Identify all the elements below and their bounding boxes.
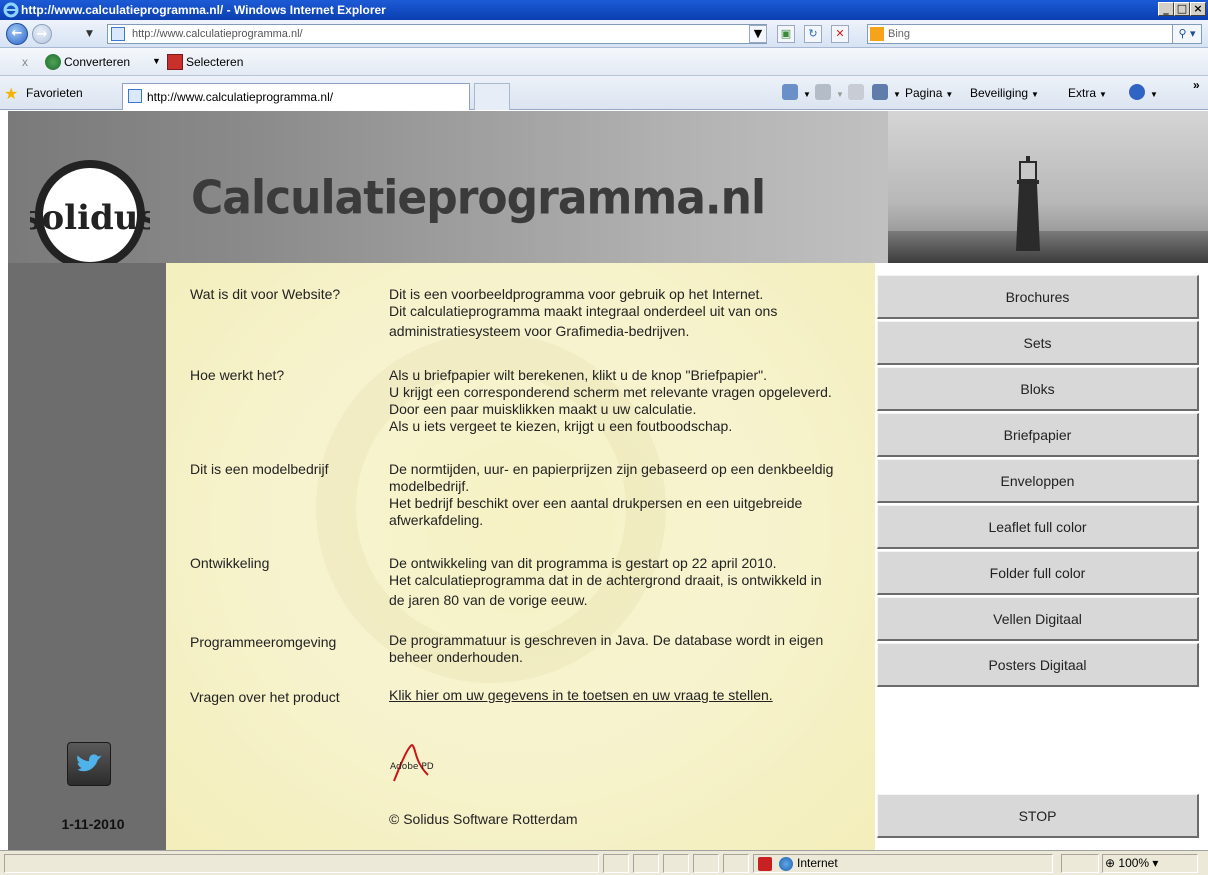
select-button[interactable]: Selecteren	[186, 55, 243, 69]
status-cell	[603, 854, 629, 873]
print-dropdown-icon[interactable]: ▼	[890, 86, 901, 100]
maximize-button[interactable]: □	[1174, 2, 1190, 16]
status-text-cell	[4, 854, 599, 873]
qa-answer: De programmatuur is geschreven in Java. …	[389, 632, 824, 665]
menu-column: Brochures Sets Bloks Briefpapier Envelop…	[875, 263, 1208, 850]
security-menu[interactable]: Beveiliging ▼	[970, 86, 1039, 100]
stop-load-icon[interactable]: ✕	[831, 25, 849, 43]
address-dropdown-icon[interactable]: ▼	[749, 25, 767, 43]
bing-logo-icon	[870, 27, 884, 41]
zoom-label[interactable]: ⊕ 100% ▾	[1105, 856, 1158, 870]
chevron-more-icon[interactable]: »	[1193, 78, 1200, 92]
menu-button-vellen[interactable]: Vellen Digitaal	[877, 597, 1199, 641]
site-title: Calculatieprogramma.nl	[191, 171, 766, 226]
status-cell	[723, 854, 749, 873]
page-menu[interactable]: Pagina ▼	[905, 86, 953, 100]
qa-label: Hoe werkt het?	[190, 367, 285, 383]
menu-button-posters[interactable]: Posters Digitaal	[877, 643, 1199, 687]
menu-button-briefpapier[interactable]: Briefpapier	[877, 413, 1199, 457]
copyright-text: © Solidus Software Rotterdam	[389, 811, 578, 827]
svg-text:solidus: solidus	[30, 198, 150, 238]
qa-answer: Dit is een voorbeeldprogramma voor gebru…	[389, 286, 778, 339]
favorites-button[interactable]: Favorieten	[26, 86, 83, 100]
menu-button-enveloppen[interactable]: Enveloppen	[877, 459, 1199, 503]
adobe-pdf-icon[interactable]: Adobe PDF	[388, 741, 434, 783]
svg-text:Adobe PDF: Adobe PDF	[390, 762, 434, 772]
protected-mode-cell[interactable]	[1061, 854, 1099, 873]
url-text: http://www.calculatieprogramma.nl/	[132, 28, 303, 40]
close-window-button[interactable]: ×	[1190, 2, 1206, 16]
convert-icon	[45, 54, 61, 70]
favorites-star-icon[interactable]: ★	[4, 84, 18, 103]
header-dunes	[888, 231, 1208, 263]
search-input[interactable]: Bing	[867, 24, 1197, 44]
qa-label: Dit is een modelbedrijf	[190, 461, 329, 477]
lighthouse-image	[1016, 156, 1040, 251]
compatibility-view-icon[interactable]: ▣	[777, 25, 795, 43]
globe-icon	[779, 857, 793, 871]
qa-label: Programmeeromgeving	[190, 634, 337, 650]
new-tab-button[interactable]	[474, 83, 510, 110]
close-toolbar-icon[interactable]: x	[22, 55, 28, 69]
favorites-bar: ★ Favorieten http://www.calculatieprogra…	[0, 76, 1208, 110]
history-dropdown-icon[interactable]: ▼	[86, 29, 93, 39]
status-cell	[693, 854, 719, 873]
help-dropdown-icon[interactable]: ▼	[1147, 86, 1158, 100]
refresh-icon[interactable]: ↻	[804, 25, 822, 43]
stop-button[interactable]: STOP	[877, 794, 1199, 838]
tab-page-icon	[128, 89, 142, 103]
home-dropdown-icon[interactable]: ▼	[800, 86, 811, 100]
mail-icon[interactable]	[848, 84, 864, 100]
browser-tab[interactable]: http://www.calculatieprogramma.nl/	[122, 83, 470, 110]
date-label: 1-11-2010	[61, 816, 125, 832]
convert-button[interactable]: Converteren	[64, 55, 130, 69]
status-cell	[633, 854, 659, 873]
qa-label: Wat is dit voor Website?	[190, 286, 341, 302]
qa-label: Ontwikkeling	[190, 555, 270, 571]
zone-label: Internet	[797, 856, 838, 870]
qa-answer: De ontwikkeling van dit programma is ges…	[389, 555, 822, 608]
popup-blocked-icon[interactable]	[758, 857, 772, 871]
forward-button[interactable]: →	[32, 24, 52, 44]
feeds-dropdown-icon[interactable]: ▼	[833, 86, 844, 100]
menu-button-brochures[interactable]: Brochures	[877, 275, 1199, 319]
tab-title: http://www.calculatieprogramma.nl/	[147, 90, 334, 104]
contact-link[interactable]: Klik hier om uw gegevens in te toetsen e…	[389, 687, 773, 703]
select-icon	[167, 54, 183, 70]
command-bar: x Converteren ▼ Selecteren	[0, 48, 1208, 76]
print-icon[interactable]	[872, 84, 888, 100]
help-icon[interactable]	[1129, 84, 1145, 100]
menu-button-sets[interactable]: Sets	[877, 321, 1199, 365]
extra-menu[interactable]: Extra ▼	[1068, 86, 1107, 100]
back-button[interactable]: ←	[6, 23, 28, 45]
window-title: http://www.calculatieprogramma.nl/ - Win…	[21, 3, 386, 17]
content-area: Wat is dit voor Website? Dit is een voor…	[166, 263, 875, 850]
address-toolbar: ← → ▼ http://www.calculatieprogramma.nl/…	[0, 20, 1208, 48]
status-bar: Internet ⊕ 100% ▾	[0, 850, 1208, 875]
menu-button-folder[interactable]: Folder full color	[877, 551, 1199, 595]
status-cell	[663, 854, 689, 873]
page-header: solidus Calculatieprogramma.nl	[8, 111, 1208, 263]
web-page: solidus Calculatieprogramma.nl Wat is di…	[8, 111, 1208, 850]
minimize-button[interactable]: _	[1158, 2, 1174, 16]
ie-logo-icon	[3, 2, 19, 18]
home-icon[interactable]	[782, 84, 798, 100]
twitter-icon[interactable]	[67, 742, 111, 786]
menu-button-bloks[interactable]: Bloks	[877, 367, 1199, 411]
window-titlebar: http://www.calculatieprogramma.nl/ - Win…	[0, 0, 1208, 20]
menu-button-leaflet[interactable]: Leaflet full color	[877, 505, 1199, 549]
solidus-logo: solidus	[30, 160, 150, 263]
search-button[interactable]: ⚲ ▾	[1172, 24, 1202, 44]
qa-answer: De normtijden, uur- en papierprijzen zij…	[389, 461, 834, 528]
convert-dropdown-icon[interactable]: ▼	[152, 56, 161, 66]
qa-label: Vragen over het product	[190, 689, 340, 705]
search-placeholder: Bing	[888, 28, 911, 40]
qa-answer: Klik hier om uw gegevens in te toetsen e…	[389, 687, 879, 704]
qa-answer: Als u briefpapier wilt berekenen, klikt …	[389, 367, 832, 434]
page-icon	[111, 27, 125, 41]
feeds-icon[interactable]	[815, 84, 831, 100]
address-input[interactable]: http://www.calculatieprogramma.nl/	[107, 24, 767, 44]
